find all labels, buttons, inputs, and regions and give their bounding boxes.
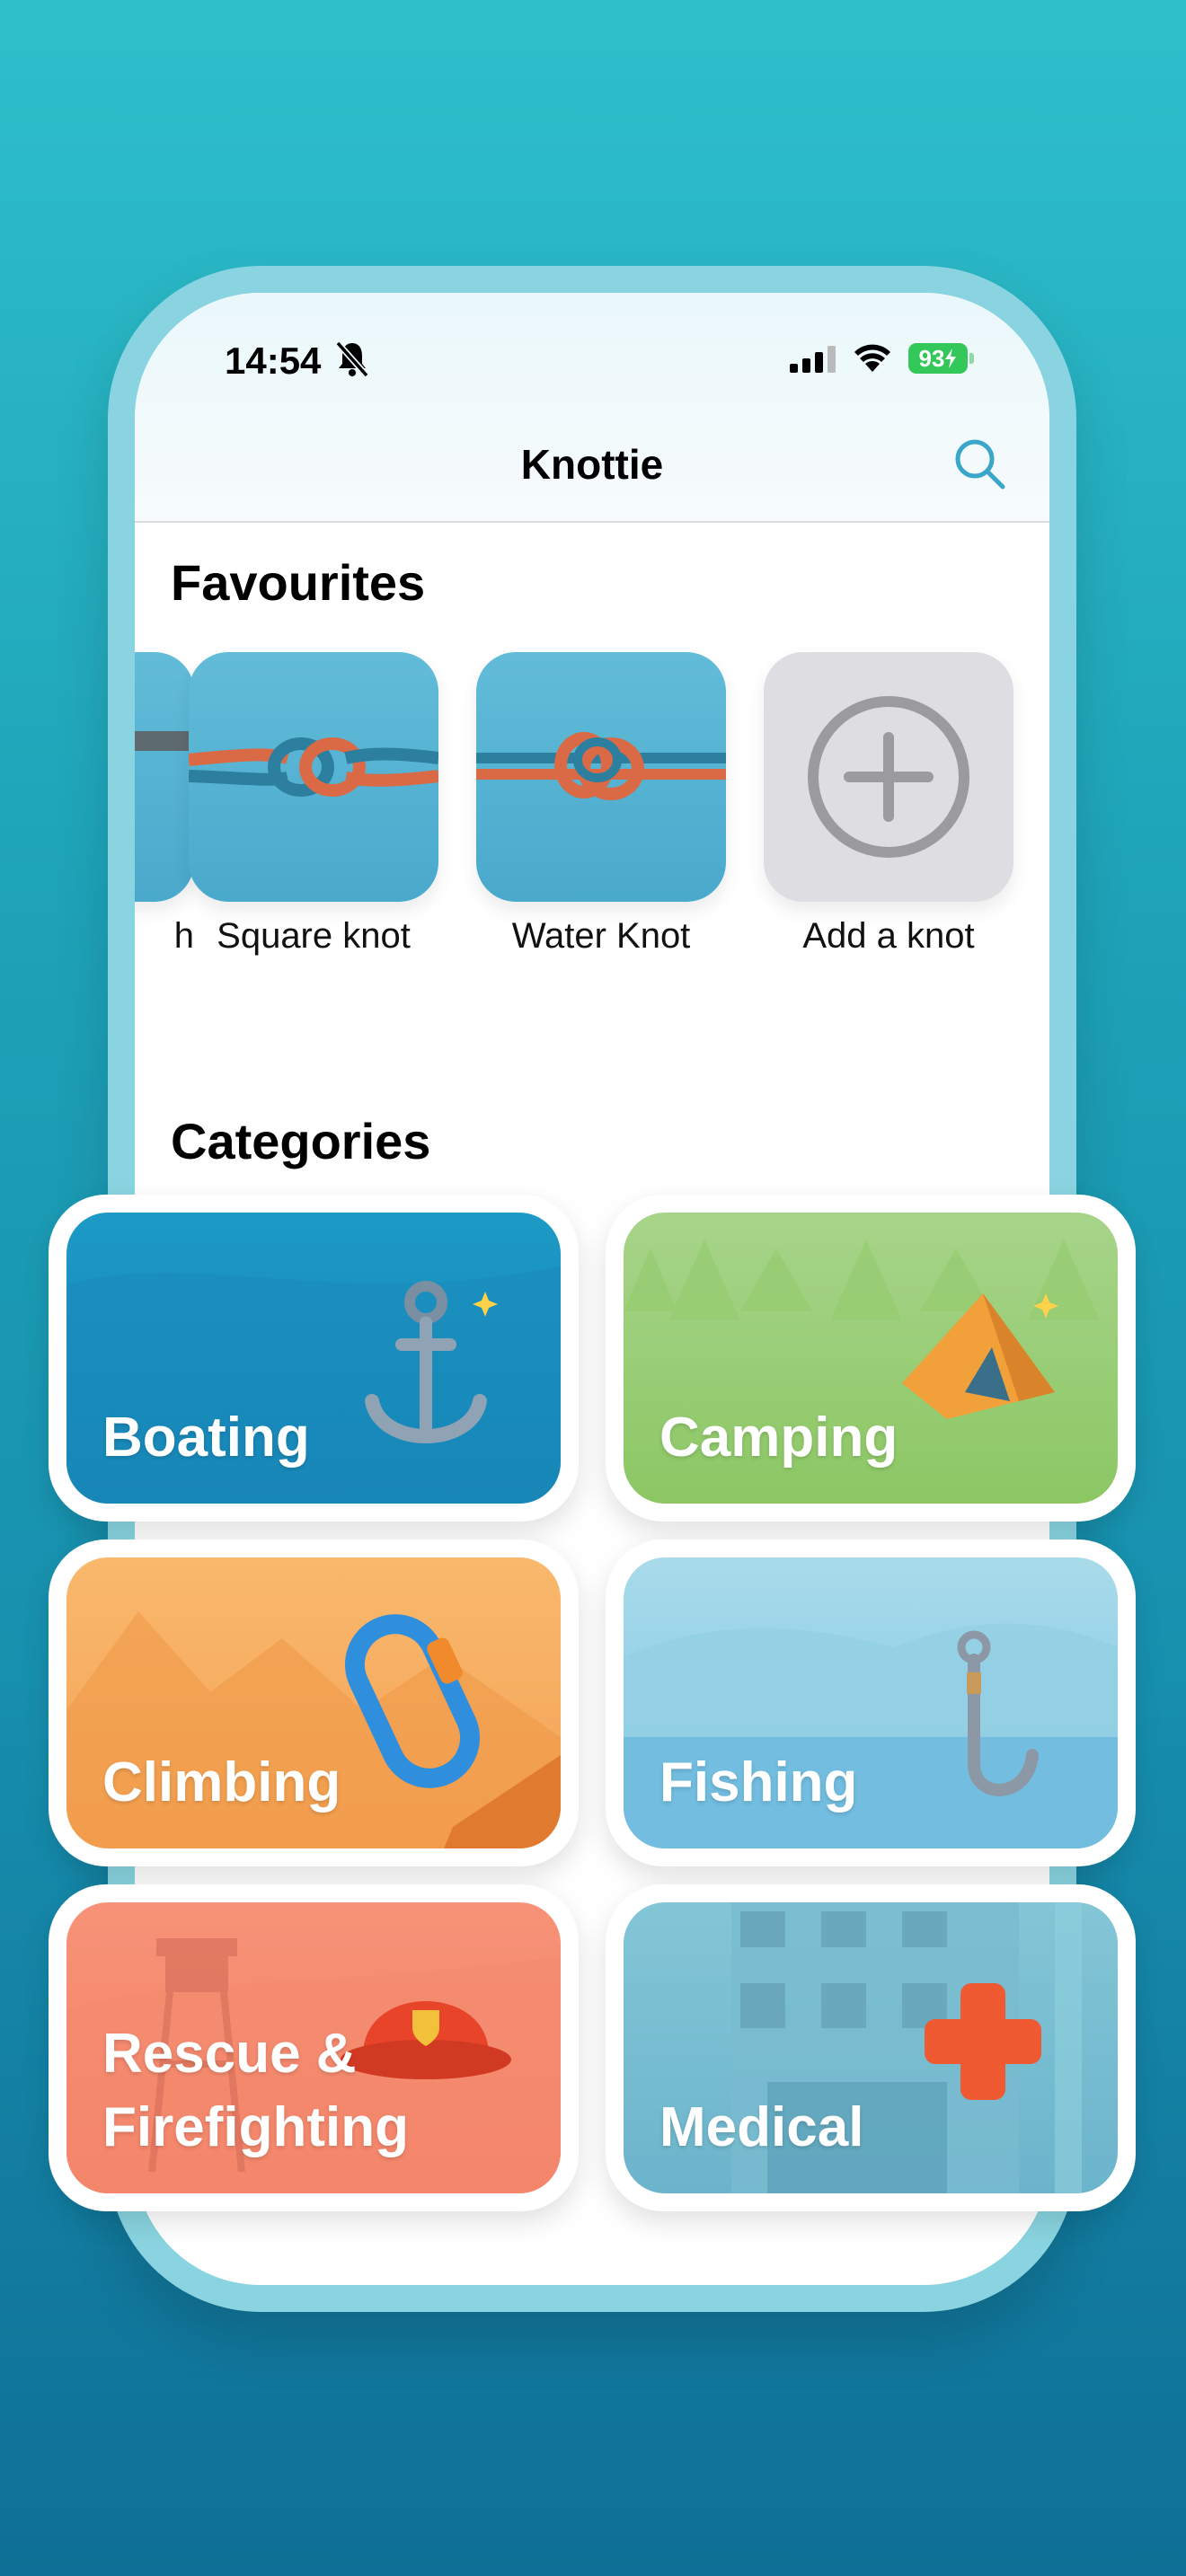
category-label: Climbing [102,1751,341,1814]
navigation-header: 14:54 93 Knottie [135,293,1049,523]
status-time: 14:54 [225,340,322,382]
category-climbing[interactable]: Climbing [49,1539,579,1866]
category-camping[interactable]: Camping [606,1195,1136,1522]
favourite-item[interactable]: h [135,652,194,957]
charging-bolt-icon [945,348,957,368]
bell-muted-icon [335,340,369,378]
favourite-item-water-knot[interactable]: Water Knot [476,652,726,957]
add-knot-button[interactable]: Add a knot [764,652,1013,957]
favourite-item-square-knot[interactable]: Square knot [189,652,438,957]
square-knot-icon [189,652,438,902]
category-boating[interactable]: Boating [49,1195,579,1522]
favourites-title: Favourites [171,554,426,611]
add-circle-icon [808,696,969,858]
favourites-list: h Square knot Water Knot Add a knot [135,652,1049,956]
categories-title: Categories [171,1113,431,1169]
water-knot-icon [476,652,726,902]
knot-thumbnail-icon [135,652,194,902]
search-icon[interactable] [951,435,1008,492]
favourite-label: h [173,916,194,956]
category-rescue-firefighting[interactable]: Rescue & Firefighting [49,1884,579,2211]
category-card: Boating [66,1213,561,1504]
favourite-label: Water Knot [511,916,691,956]
category-fishing[interactable]: Fishing [606,1539,1136,1866]
category-card: Camping [624,1213,1118,1504]
category-card: Rescue & Firefighting [66,1902,561,2193]
category-card: Fishing [624,1557,1118,1848]
favourite-label: Square knot [217,916,411,956]
battery-cap [969,353,974,364]
favourite-label: Add a knot [802,916,975,956]
wifi-icon [854,344,890,372]
category-label: Boating [102,1407,310,1469]
category-label: Fishing [659,1751,858,1814]
category-label: Camping [659,1407,898,1469]
battery-indicator: 93 [908,343,968,374]
category-card: Medical [624,1902,1118,2193]
category-card: Climbing [66,1557,561,1848]
category-medical[interactable]: Medical [606,1884,1136,2211]
add-tile [764,652,1013,902]
cellular-signal-icon [790,346,836,373]
battery-level: 93 [918,344,945,372]
app-title: Knottie [520,441,664,488]
status-indicators: 93 [790,343,974,374]
category-label: Medical [659,2096,864,2159]
category-label: Rescue & Firefighting [102,2023,409,2159]
